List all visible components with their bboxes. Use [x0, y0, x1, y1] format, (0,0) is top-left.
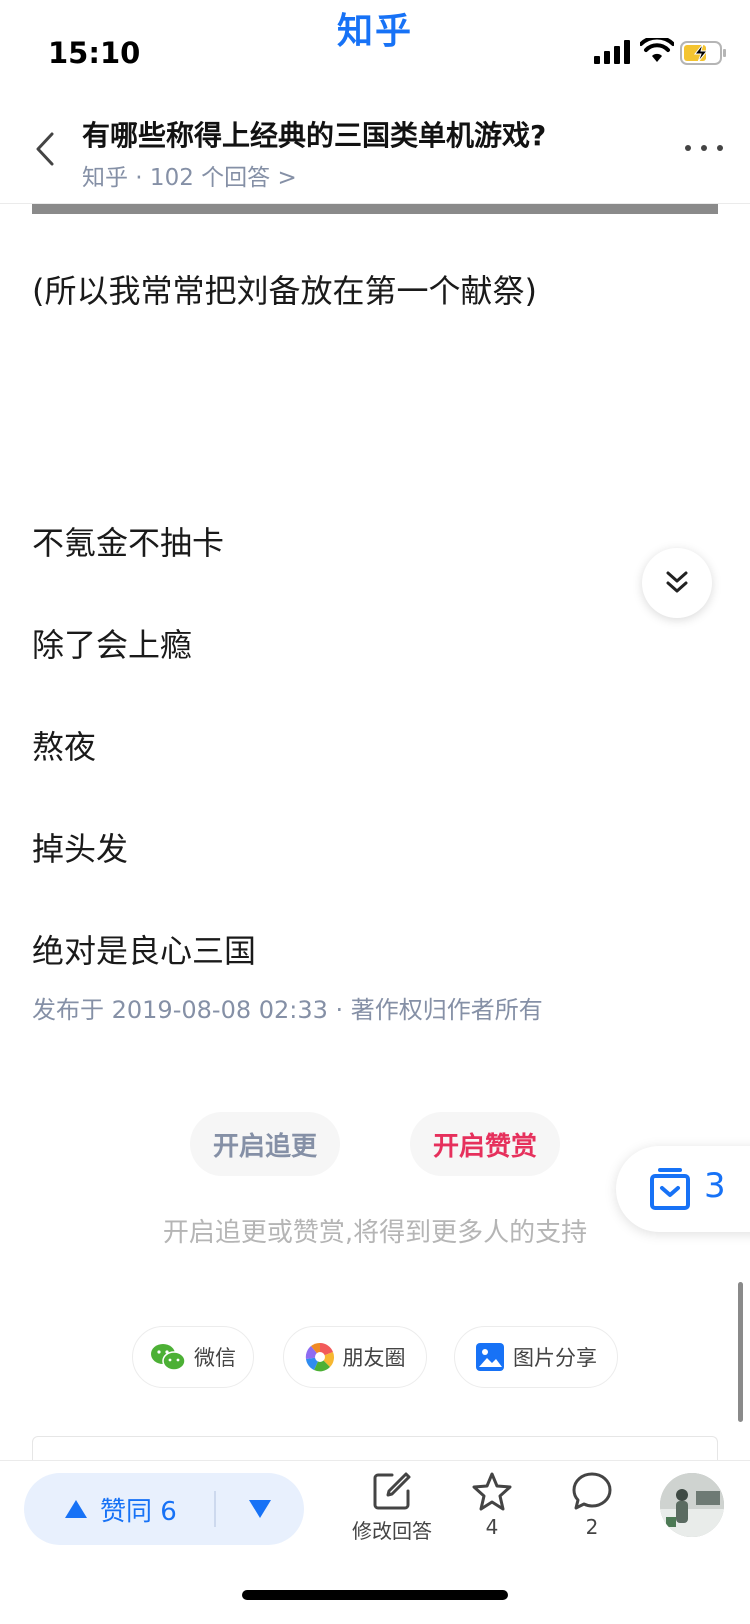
triangle-up-icon [65, 1500, 87, 1518]
wechat-icon [151, 1344, 186, 1371]
enable-reward-button[interactable]: 开启赞赏 [410, 1112, 560, 1176]
scroll-down-button[interactable] [642, 548, 712, 618]
collection-float-button[interactable]: 3 [616, 1146, 750, 1232]
star-icon [472, 1472, 512, 1511]
back-button[interactable] [28, 122, 64, 176]
share-wechat-button[interactable]: 微信 [132, 1326, 254, 1388]
edit-answer-button[interactable]: 修改回答 [342, 1471, 442, 1544]
downvote-button[interactable] [216, 1473, 304, 1545]
status-bar: 知乎 15:10 [0, 0, 750, 96]
paragraph: (所以我常常把刘备放在第一个献祭) [32, 272, 537, 310]
scrollbar[interactable] [738, 1282, 743, 1422]
upvote-label: 赞同 6 [100, 1496, 177, 1527]
comment-button[interactable]: 2 [542, 1471, 642, 1539]
share-moments-label: 朋友圈 [342, 1346, 406, 1370]
question-title[interactable]: 有哪些称得上经典的三国类单机游戏? [82, 114, 546, 154]
vote-group: 赞同 6 [24, 1473, 304, 1545]
paragraph: 熬夜 [32, 728, 97, 766]
question-meta-link[interactable]: 知乎 · 102 个回答 > [82, 158, 297, 192]
wifi-icon [640, 38, 674, 62]
favorite-button[interactable]: 4 [442, 1471, 542, 1539]
comment-count: 2 [585, 1515, 599, 1539]
publish-info: 发布于 2019-08-08 02:33 · 著作权归作者所有 [32, 996, 543, 1024]
share-moments-button[interactable]: 朋友圈 [283, 1326, 427, 1388]
share-image-label: 图片分享 [513, 1346, 597, 1370]
home-indicator[interactable] [242, 1590, 508, 1600]
share-wechat-label: 微信 [194, 1346, 236, 1370]
collection-box-icon [650, 1168, 690, 1210]
edit-answer-label: 修改回答 [352, 1519, 432, 1543]
triangle-down-icon [249, 1500, 271, 1518]
cellular-signal-icon [594, 40, 630, 64]
share-image-button[interactable]: 图片分享 [454, 1326, 618, 1388]
avatar[interactable] [660, 1473, 724, 1537]
collection-count: 3 [704, 1166, 726, 1206]
enable-follow-button[interactable]: 开启追更 [190, 1112, 340, 1176]
double-chevron-down-icon [666, 571, 688, 593]
upvote-button[interactable]: 赞同 6 [24, 1473, 214, 1545]
image-share-icon [476, 1343, 504, 1371]
favorite-count: 4 [485, 1515, 499, 1539]
paragraph: 掉头发 [32, 830, 129, 868]
question-header: 有哪些称得上经典的三国类单机游戏? 知乎 · 102 个回答 > [0, 96, 750, 204]
comment-bubble-icon [572, 1472, 612, 1510]
paragraph: 绝对是良心三国 [32, 932, 257, 970]
edit-icon [373, 1472, 411, 1510]
status-time: 15:10 [48, 36, 141, 70]
moments-icon [305, 1342, 334, 1372]
avatar-photo [660, 1473, 724, 1537]
paragraph: 除了会上瘾 [32, 626, 193, 664]
paragraph: 不氪金不抽卡 [32, 524, 225, 562]
battery-charging-icon [680, 41, 726, 65]
more-options-button[interactable] [684, 136, 724, 160]
image-bottom-edge [32, 204, 718, 214]
